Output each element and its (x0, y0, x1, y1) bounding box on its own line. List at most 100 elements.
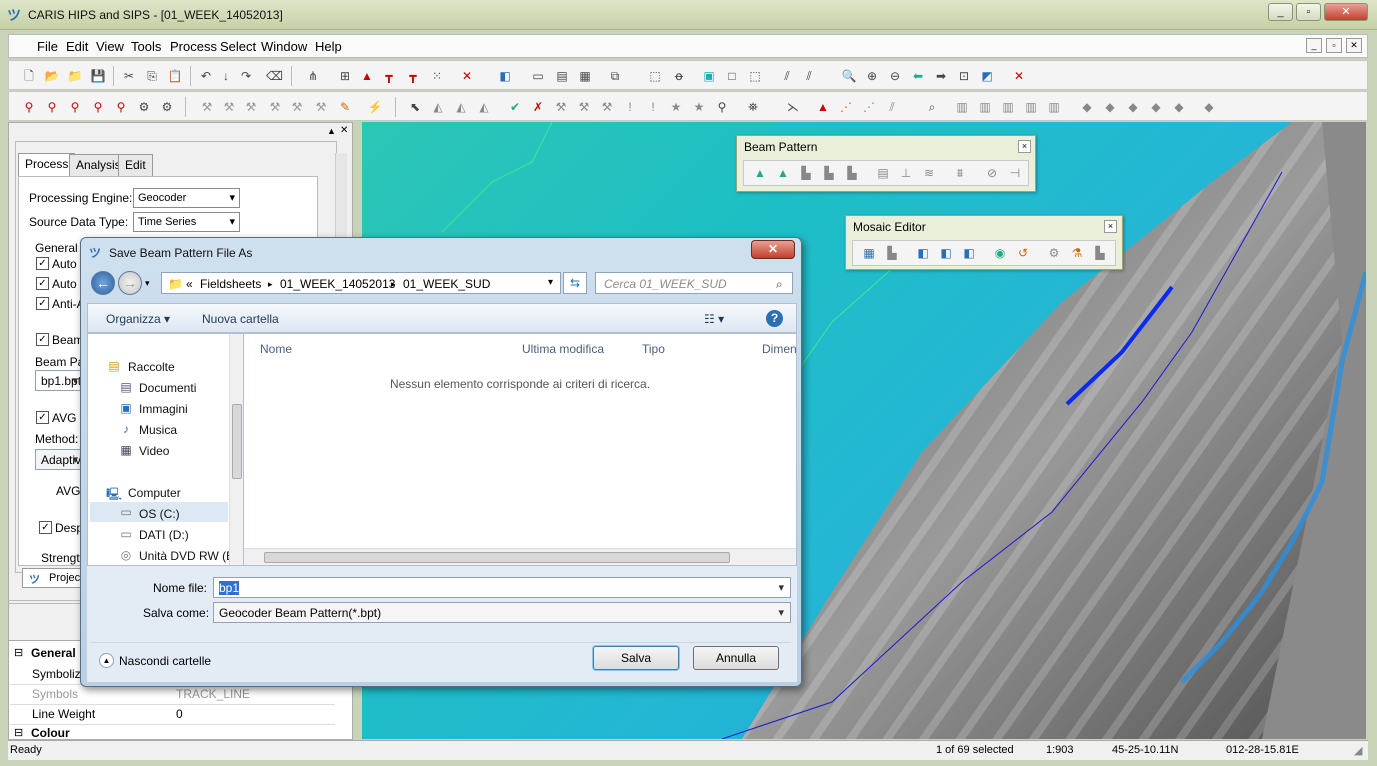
tool-icon-4[interactable]: ⚲ (90, 99, 106, 115)
beam-tool-icon[interactable]: ▤ (875, 165, 891, 181)
beam-checkbox[interactable]: ✓ (36, 333, 49, 346)
tool-icon-31[interactable]: ⫽ (884, 99, 900, 115)
tree-item-immagini[interactable]: Immagini (139, 402, 188, 416)
swath-icon[interactable]: ⊞ (337, 68, 353, 84)
extent-icon[interactable]: ⊡ (956, 68, 972, 84)
tool-icon-6[interactable]: ⚙ (136, 99, 152, 115)
tool-icon-8[interactable]: ⚒ (199, 99, 215, 115)
breadcrumb-separator-icon[interactable]: ▸ (268, 279, 273, 290)
beam-pattern-close-button[interactable]: × (1018, 140, 1031, 153)
tool-icon-40[interactable]: ◆ (1148, 99, 1164, 115)
tide-icon[interactable]: ┳ (405, 68, 421, 84)
column-type[interactable]: Tipo (642, 342, 665, 356)
tool-icon-42[interactable]: ◆ (1201, 99, 1217, 115)
mosaic-tool-icon[interactable]: ▙ (1092, 245, 1108, 261)
tree-item-d-drive[interactable]: DATI (D:) (139, 528, 189, 542)
close-button[interactable]: ✕ (1324, 3, 1368, 21)
menu-tools[interactable]: Tools (131, 39, 161, 54)
column-name[interactable]: Nome (260, 342, 292, 356)
hide-folders-icon[interactable]: ▲ (99, 653, 114, 668)
zoom-select-icon[interactable]: ⌕ (924, 99, 940, 115)
new-icon[interactable]: 🗋 (21, 68, 37, 84)
tree-scrollbar[interactable] (229, 334, 243, 565)
tool-icon-37[interactable]: ◆ (1079, 99, 1095, 115)
beam-tool-icon[interactable]: ⊣ (1007, 165, 1023, 181)
tool-icon-3[interactable]: ⚲ (67, 99, 83, 115)
anti-a-checkbox[interactable]: ✓ (36, 297, 49, 310)
tool-icon-20[interactable]: ⚒ (576, 99, 592, 115)
tree-item-c-drive[interactable]: OS (C:) (139, 507, 180, 521)
tool-icon-16[interactable]: ◭ (430, 99, 446, 115)
reject-data-icon[interactable]: ✗ (530, 99, 546, 115)
tool-icon-12[interactable]: ⚒ (289, 99, 305, 115)
tool-icon-2[interactable]: ⚲ (44, 99, 60, 115)
file-list[interactable]: Nome Ultima modifica Tipo Dimen Nessun e… (243, 333, 797, 566)
column-modified[interactable]: Ultima modifica (522, 342, 604, 356)
zoom-out-icon[interactable]: ⊖ (887, 68, 903, 84)
tool-icon-13[interactable]: ⚒ (313, 99, 329, 115)
binoculars-icon[interactable]: ⛯ (745, 99, 761, 115)
tool-icon-27[interactable]: ⋋ (785, 99, 801, 115)
layers-icon[interactable]: ◧ (497, 68, 513, 84)
organize-button[interactable]: Organizza ▾ (106, 312, 170, 326)
accept-icon[interactable]: ✔ (507, 99, 523, 115)
mosaic-tool-icon[interactable]: ▙ (884, 245, 900, 261)
track-icon[interactable]: ⋔ (305, 68, 321, 84)
tree-item-dvd[interactable]: Unità DVD RW (E (139, 549, 234, 563)
forward-button[interactable]: → (118, 271, 142, 295)
tool-icon-41[interactable]: ◆ (1171, 99, 1187, 115)
help-icon[interactable]: ? (766, 310, 783, 327)
cut-icon[interactable]: ✂ (121, 68, 137, 84)
auto-t-checkbox[interactable]: ✓ (36, 277, 49, 290)
mosaic-tool-icon[interactable]: ◧ (915, 245, 931, 261)
tool-icon-15[interactable]: ⚡ (367, 99, 383, 115)
tool-icon-24[interactable]: ★ (668, 99, 684, 115)
paste-icon[interactable]: 📋 (167, 68, 183, 84)
save-button[interactable]: Salva (593, 646, 679, 670)
beam-tool-icon[interactable]: ⊥ (898, 165, 914, 181)
mosaic-tool-icon[interactable]: ◉ (992, 245, 1008, 261)
mosaic-tool-icon[interactable]: ⚗ (1069, 245, 1085, 261)
hide-folders-button[interactable]: Nascondi cartelle (119, 654, 211, 668)
tool-icon-39[interactable]: ◆ (1125, 99, 1141, 115)
tree-item-documenti[interactable]: Documenti (139, 381, 196, 395)
new-folder-button[interactable]: Nuova cartella (202, 312, 279, 326)
step-down-icon[interactable]: ↓ (218, 68, 234, 84)
dialog-close-button[interactable]: ✕ (751, 240, 795, 259)
collapse-colour-icon[interactable]: ⊟ (14, 726, 23, 739)
beam-tool-icon[interactable]: ▙ (798, 165, 814, 181)
back-button[interactable]: ← (91, 271, 115, 295)
search-box[interactable]: Cerca 01_WEEK_SUD ⌕ (595, 272, 793, 294)
mdi-minimize-button[interactable]: _ (1306, 38, 1322, 53)
mosaic-tool-icon[interactable]: ↺ (1015, 245, 1031, 261)
avg-checkbox[interactable]: ✓ (36, 411, 49, 424)
tool-icon-36[interactable]: ▥ (1046, 99, 1062, 115)
tool-icon-23[interactable]: ! (645, 99, 661, 115)
tool-icon-32[interactable]: ▥ (954, 99, 970, 115)
menu-file[interactable]: File (37, 39, 58, 54)
recent-dropdown-icon[interactable]: ▾ (145, 278, 150, 289)
beam-tool-icon[interactable]: ⩩ (952, 165, 968, 181)
eraser-icon[interactable]: ⌫ (266, 68, 283, 84)
despeckle-checkbox[interactable]: ✓ (39, 521, 52, 534)
breadcrumb-fieldsheets[interactable]: Fieldsheets (200, 277, 261, 291)
tool-icon-19[interactable]: ⚒ (553, 99, 569, 115)
tool-icon-10[interactable]: ⚒ (243, 99, 259, 115)
window-grid-icon[interactable]: ▦ (577, 68, 593, 84)
property-row[interactable]: Symbols TRACK_LINE (10, 685, 335, 705)
column-size[interactable]: Dimen (762, 342, 797, 356)
reject-icon[interactable]: ✕ (459, 68, 475, 84)
maximize-button[interactable]: ▫ (1296, 3, 1321, 21)
tool-icon-9[interactable]: ⚒ (221, 99, 237, 115)
mdi-restore-button[interactable]: ▫ (1326, 38, 1342, 53)
tree-item-video[interactable]: Video (139, 444, 169, 458)
tree-item-raccolte[interactable]: Raccolte (128, 360, 175, 374)
resize-grip-icon[interactable]: ◢ (1354, 744, 1362, 757)
merge-icon[interactable]: ┳ (381, 68, 397, 84)
lasso-icon[interactable]: ꝋ (671, 68, 687, 84)
refresh-icon[interactable]: ◩ (979, 68, 995, 84)
mdi-close-button[interactable]: ✕ (1346, 38, 1362, 53)
tool-icon-28[interactable]: ▲ (815, 99, 831, 115)
beam-tool-icon[interactable]: ▲ (775, 165, 791, 181)
back-arrow-icon[interactable]: ⬅ (910, 68, 926, 84)
